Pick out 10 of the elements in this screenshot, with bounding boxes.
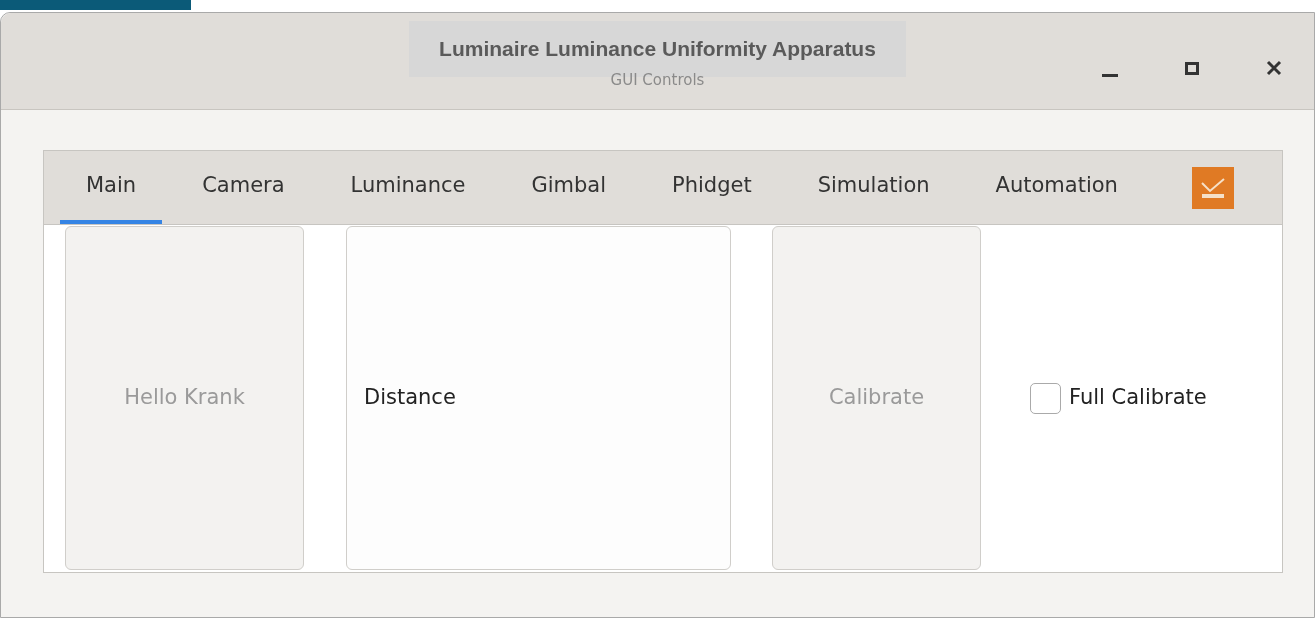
full-calibrate-checkbox[interactable]: Full Calibrate xyxy=(1030,382,1207,414)
logo-icon xyxy=(1191,166,1234,209)
tab[interactable]: Automation xyxy=(969,151,1144,224)
tab[interactable]: Luminance xyxy=(324,151,492,224)
distance-label: Distance xyxy=(364,384,456,412)
tab[interactable]: Gimbal xyxy=(505,151,633,224)
tab[interactable]: Camera xyxy=(176,151,311,224)
close-icon xyxy=(1266,60,1282,76)
tab[interactable]: Simulation xyxy=(791,151,956,224)
tab[interactable]: Phidget xyxy=(646,151,778,224)
